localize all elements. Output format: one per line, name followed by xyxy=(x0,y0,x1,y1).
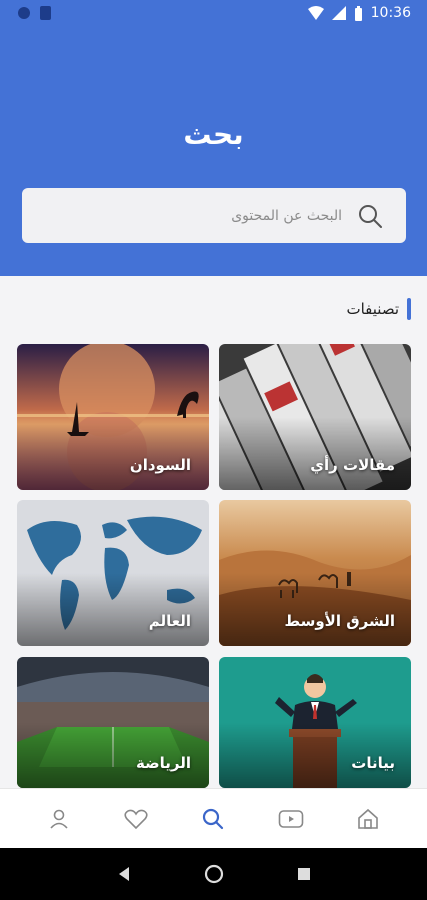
category-middle-east[interactable]: الشرق الأوسط xyxy=(219,500,411,646)
wifi-icon xyxy=(307,6,324,20)
status-time: 10:36 xyxy=(370,5,411,21)
category-label: العالم xyxy=(148,612,191,630)
notification-dot-icon xyxy=(18,7,30,19)
status-bar: 10:36 xyxy=(0,0,427,28)
category-opinion[interactable]: مقالات رأي xyxy=(219,344,411,490)
heart-icon xyxy=(124,809,148,829)
search-icon xyxy=(203,808,224,829)
system-navigation-bar xyxy=(0,848,427,900)
bottom-navigation xyxy=(0,788,427,848)
search-input[interactable] xyxy=(42,207,342,224)
sim-card-icon xyxy=(40,6,51,20)
nav-video-button[interactable] xyxy=(271,799,311,839)
category-sudan[interactable]: السودان xyxy=(17,344,209,490)
search-bar[interactable] xyxy=(22,188,406,243)
nav-favorites-button[interactable] xyxy=(116,799,156,839)
category-label: مقالات رأي xyxy=(310,456,395,474)
nav-home-button[interactable] xyxy=(348,799,388,839)
nav-profile-button[interactable] xyxy=(39,799,79,839)
category-sports[interactable]: الرياضة xyxy=(17,657,209,788)
category-label: بيانات xyxy=(351,754,395,772)
video-icon xyxy=(278,809,304,828)
page-title: بحث xyxy=(183,118,244,151)
signal-icon xyxy=(331,6,346,20)
section-title: تصنيفات xyxy=(346,300,399,318)
home-icon xyxy=(358,808,379,829)
nav-search-button[interactable] xyxy=(193,799,233,839)
search-icon[interactable] xyxy=(354,200,386,232)
recents-icon[interactable] xyxy=(297,867,311,881)
category-statements[interactable]: بيانات xyxy=(219,657,411,788)
battery-icon xyxy=(354,5,362,21)
search-header: بحث xyxy=(0,28,427,276)
category-label: السودان xyxy=(129,456,191,474)
category-label: الشرق الأوسط xyxy=(284,612,395,630)
profile-icon xyxy=(50,809,68,829)
back-icon[interactable] xyxy=(117,866,131,882)
section-accent-bar xyxy=(407,298,411,320)
home-button-icon[interactable] xyxy=(204,864,224,884)
category-label: الرياضة xyxy=(136,754,191,772)
categories-header: تصنيفات xyxy=(346,298,411,320)
category-world[interactable]: العالم xyxy=(17,500,209,646)
